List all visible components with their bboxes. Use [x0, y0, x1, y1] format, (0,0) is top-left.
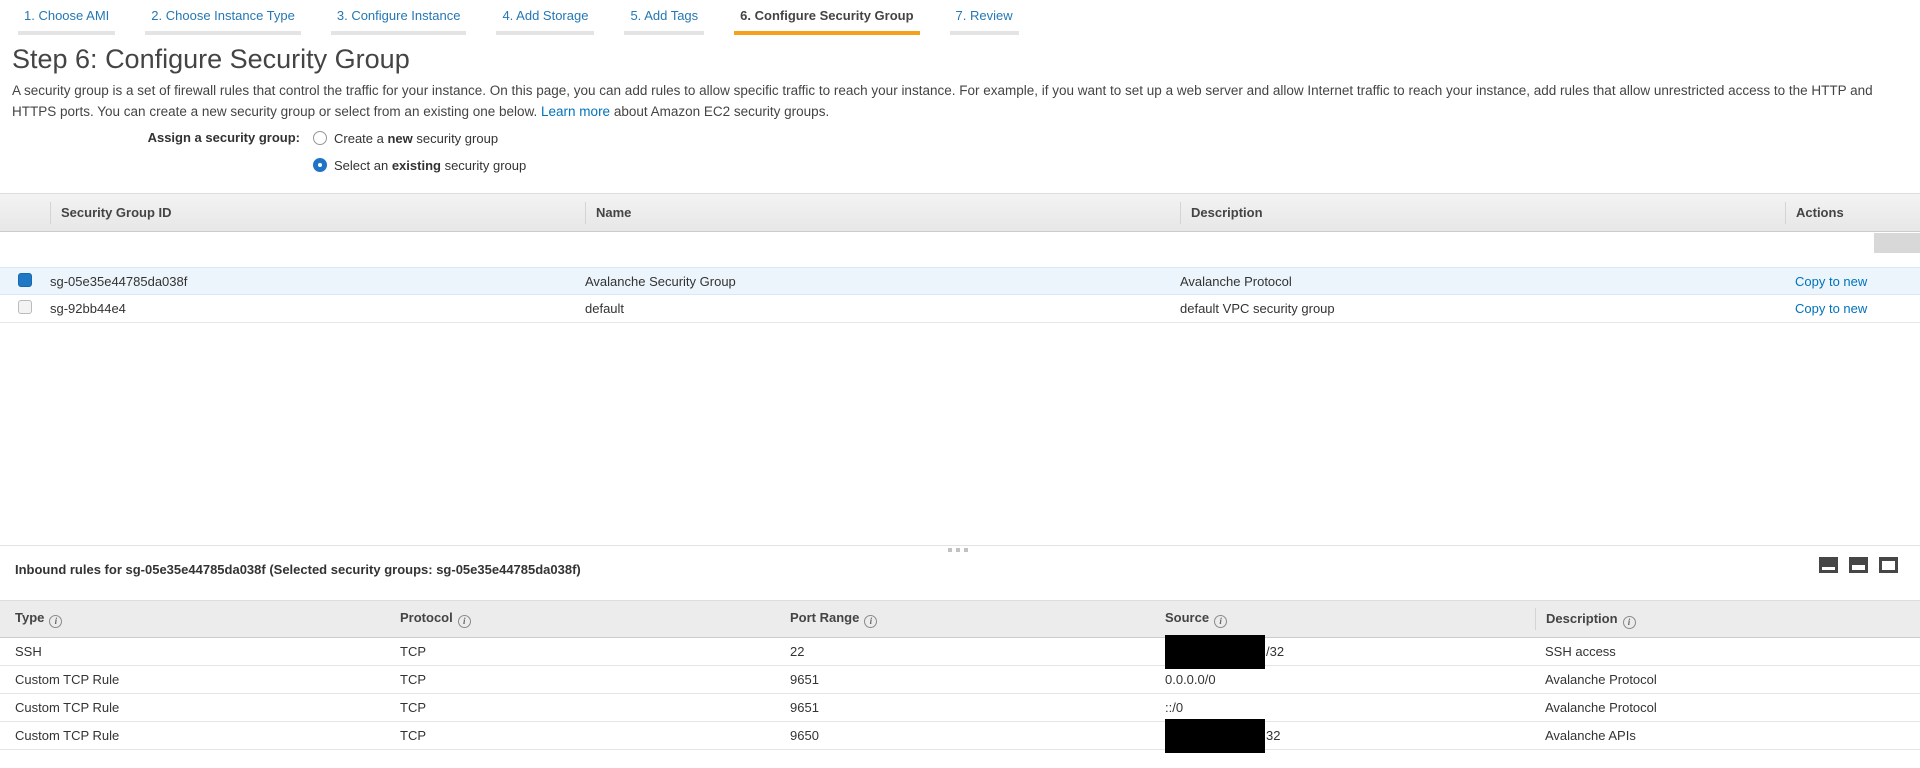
rule-type: SSH: [0, 644, 385, 659]
rule-port-range: 9651: [775, 700, 1155, 715]
tab-review[interactable]: 7. Review: [950, 8, 1019, 35]
rule-protocol: TCP: [385, 672, 775, 687]
rule-source: 32: [1155, 728, 1535, 744]
header-port-range: Port Rangei: [775, 610, 1155, 628]
tab-configure-instance[interactable]: 3. Configure Instance: [331, 8, 467, 35]
pane-size-controls: [1819, 557, 1898, 573]
redacted-ip: [1165, 719, 1265, 753]
radio-unselected-icon[interactable]: [313, 131, 327, 145]
page-description: A security group is a set of firewall ru…: [12, 80, 1892, 122]
description-text: A security group is a set of firewall ru…: [12, 83, 1873, 119]
rule-source: /32: [1155, 644, 1535, 660]
rule-protocol: TCP: [385, 728, 775, 743]
rule-type: Custom TCP Rule: [0, 672, 385, 687]
radio-selected-icon[interactable]: [313, 158, 327, 172]
rule-port-range: 9650: [775, 728, 1155, 743]
header-actions: Actions: [1785, 202, 1920, 224]
header-type: Typei: [0, 610, 385, 628]
radio-select-existing-group[interactable]: Select an existing security group: [313, 154, 526, 176]
checkbox-unchecked-icon[interactable]: [18, 300, 32, 314]
header-protocol: Protocoli: [385, 610, 775, 628]
drag-handle-icon[interactable]: [948, 548, 968, 552]
rule-port-range: 22: [775, 644, 1155, 659]
tab-choose-ami[interactable]: 1. Choose AMI: [18, 8, 115, 35]
header-name: Name: [585, 202, 1180, 224]
security-group-name: Avalanche Security Group: [585, 274, 1180, 289]
checkbox-checked-icon[interactable]: [18, 273, 32, 287]
rule-protocol: TCP: [385, 644, 775, 659]
inbound-rule-row: Custom TCP Rule TCP 9650 32 Avalanche AP…: [0, 722, 1920, 750]
header-security-group-id: Security Group ID: [50, 202, 585, 224]
pane-divider: [0, 545, 1920, 546]
tab-add-storage[interactable]: 4. Add Storage: [496, 8, 594, 35]
inbound-rules-table: Typei Protocoli Port Rangei Sourcei Desc…: [0, 600, 1920, 750]
radio-create-new-group[interactable]: Create a new security group: [313, 127, 526, 149]
security-group-id: sg-92bb44e4: [50, 301, 585, 316]
wizard-tab-bar: 1. Choose AMI 2. Choose Instance Type 3.…: [18, 8, 1019, 35]
info-icon[interactable]: i: [864, 615, 877, 628]
info-icon[interactable]: i: [1623, 616, 1636, 629]
inbound-rules-title: Inbound rules for sg-05e35e44785da038f (…: [15, 562, 581, 577]
pane-small-icon[interactable]: [1819, 557, 1838, 573]
rule-port-range: 9651: [775, 672, 1155, 687]
description-text-after: about Amazon EC2 security groups.: [610, 104, 829, 119]
assign-security-group: Assign a security group: Create a new se…: [0, 127, 526, 181]
rule-source: 0.0.0.0/0: [1155, 672, 1535, 687]
security-group-id: sg-05e35e44785da038f: [50, 274, 585, 289]
page-title: Step 6: Configure Security Group: [12, 42, 410, 76]
copy-to-new-link[interactable]: Copy to new: [1795, 274, 1867, 289]
radio-create-new-label: Create a new security group: [334, 131, 498, 146]
info-icon[interactable]: i: [1214, 615, 1227, 628]
security-groups-table-header: Security Group ID Name Description Actio…: [0, 193, 1920, 232]
rule-description: SSH access: [1535, 644, 1920, 659]
rule-protocol: TCP: [385, 700, 775, 715]
security-group-description: default VPC security group: [1180, 301, 1785, 316]
table-scrollbar[interactable]: [1874, 233, 1920, 253]
security-group-description: Avalanche Protocol: [1180, 274, 1785, 289]
header-source: Sourcei: [1155, 610, 1535, 628]
tab-choose-instance-type[interactable]: 2. Choose Instance Type: [145, 8, 301, 35]
header-description: Description: [1180, 202, 1785, 224]
header-checkbox-column: [0, 202, 50, 224]
radio-select-existing-label: Select an existing security group: [334, 158, 526, 173]
security-group-name: default: [585, 301, 1180, 316]
table-row[interactable]: sg-92bb44e4 default default VPC security…: [0, 295, 1920, 323]
info-icon[interactable]: i: [458, 615, 471, 628]
inbound-rules-header: Typei Protocoli Port Rangei Sourcei Desc…: [0, 600, 1920, 638]
header-rule-description: Descriptioni: [1535, 608, 1920, 630]
copy-to-new-link[interactable]: Copy to new: [1795, 301, 1867, 316]
table-row[interactable]: sg-05e35e44785da038f Avalanche Security …: [0, 267, 1920, 295]
rule-source: ::/0: [1155, 700, 1535, 715]
assign-security-group-label: Assign a security group:: [0, 127, 300, 181]
rule-description: Avalanche APIs: [1535, 728, 1920, 743]
rule-description: Avalanche Protocol: [1535, 672, 1920, 687]
pane-full-icon[interactable]: [1879, 557, 1898, 573]
rule-description: Avalanche Protocol: [1535, 700, 1920, 715]
pane-half-icon[interactable]: [1849, 557, 1868, 573]
security-groups-table: Security Group ID Name Description Actio…: [0, 193, 1920, 323]
info-icon[interactable]: i: [49, 615, 62, 628]
rule-type: Custom TCP Rule: [0, 700, 385, 715]
tab-configure-security-group[interactable]: 6. Configure Security Group: [734, 8, 919, 35]
inbound-rule-row: SSH TCP 22 /32 SSH access: [0, 638, 1920, 666]
inbound-rule-row: Custom TCP Rule TCP 9651 0.0.0.0/0 Avala…: [0, 666, 1920, 694]
inbound-rule-row: Custom TCP Rule TCP 9651 ::/0 Avalanche …: [0, 694, 1920, 722]
tab-add-tags[interactable]: 5. Add Tags: [624, 8, 704, 35]
redacted-ip: [1165, 635, 1265, 669]
rule-type: Custom TCP Rule: [0, 728, 385, 743]
learn-more-link[interactable]: Learn more: [541, 104, 610, 119]
